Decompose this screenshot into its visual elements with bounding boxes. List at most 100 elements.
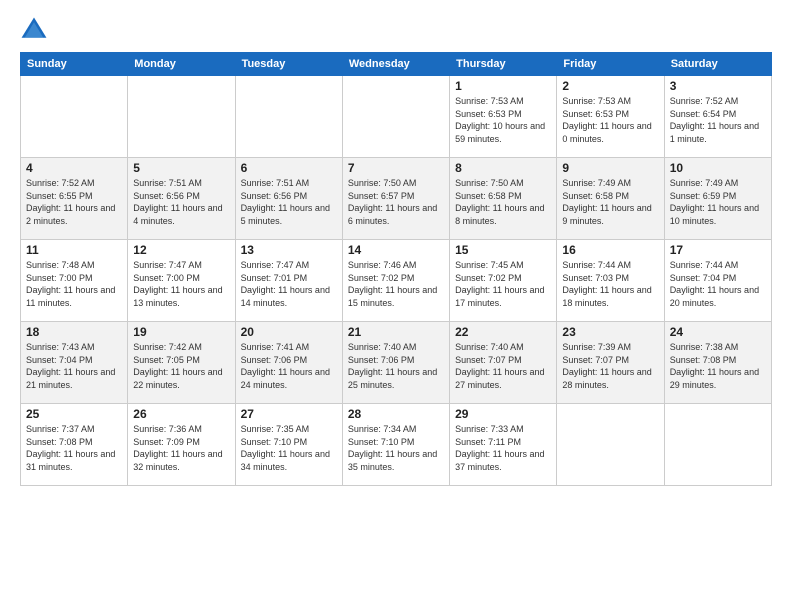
calendar-cell <box>21 76 128 158</box>
calendar-header-wednesday: Wednesday <box>342 53 449 76</box>
day-info: Sunrise: 7:33 AMSunset: 7:11 PMDaylight:… <box>455 423 551 473</box>
day-number: 5 <box>133 161 229 175</box>
calendar-cell: 28Sunrise: 7:34 AMSunset: 7:10 PMDayligh… <box>342 404 449 486</box>
calendar-cell: 20 Sunrise: 7:41 AMSunset: 7:06 PMDayligh… <box>235 322 342 404</box>
calendar-header-tuesday: Tuesday <box>235 53 342 76</box>
calendar-cell: 10Sunrise: 7:49 AMSunset: 6:59 PMDayligh… <box>664 158 771 240</box>
calendar-cell <box>128 76 235 158</box>
day-number: 11 <box>26 243 122 257</box>
calendar-cell: 25 Sunrise: 7:37 AMSunset: 7:08 PMDayligh… <box>21 404 128 486</box>
calendar-cell: 12 Sunrise: 7:47 AMSunset: 7:00 PMDayligh… <box>128 240 235 322</box>
calendar-week-row: 11Sunrise: 7:48 AMSunset: 7:00 PMDayligh… <box>21 240 772 322</box>
calendar-cell: 2 Sunrise: 7:53 AMSunset: 6:53 PMDaylight… <box>557 76 664 158</box>
day-number: 28 <box>348 407 444 421</box>
day-number: 15 <box>455 243 551 257</box>
calendar-cell <box>557 404 664 486</box>
calendar-header-row: SundayMondayTuesdayWednesdayThursdayFrid… <box>21 53 772 76</box>
calendar-cell: 8 Sunrise: 7:50 AMSunset: 6:58 PMDaylight… <box>450 158 557 240</box>
day-info: Sunrise: 7:47 AMSunset: 7:01 PMDaylight:… <box>241 259 337 309</box>
calendar-cell: 21 Sunrise: 7:40 AMSunset: 7:06 PMDayligh… <box>342 322 449 404</box>
day-info: Sunrise: 7:51 AMSunset: 6:56 PMDaylight:… <box>133 177 229 227</box>
day-info: Sunrise: 7:37 AMSunset: 7:08 PMDaylight:… <box>26 423 122 473</box>
calendar-header-saturday: Saturday <box>664 53 771 76</box>
header <box>20 16 772 44</box>
day-info: Sunrise: 7:53 AMSunset: 6:53 PMDaylight:… <box>562 95 658 145</box>
logo-icon <box>20 16 48 44</box>
day-info: Sunrise: 7:50 AMSunset: 6:57 PMDaylight:… <box>348 177 444 227</box>
logo <box>20 16 52 44</box>
day-number: 19 <box>133 325 229 339</box>
day-info: Sunrise: 7:52 AMSunset: 6:54 PMDaylight:… <box>670 95 766 145</box>
day-number: 29 <box>455 407 551 421</box>
calendar-cell <box>235 76 342 158</box>
calendar-cell: 17 Sunrise: 7:44 AMSunset: 7:04 PMDayligh… <box>664 240 771 322</box>
calendar-cell: 9Sunrise: 7:49 AMSunset: 6:58 PMDaylight… <box>557 158 664 240</box>
day-number: 22 <box>455 325 551 339</box>
calendar-cell: 16 Sunrise: 7:44 AMSunset: 7:03 PMDayligh… <box>557 240 664 322</box>
calendar-week-row: 1 Sunrise: 7:53 AMSunset: 6:53 PMDaylight… <box>21 76 772 158</box>
day-info: Sunrise: 7:53 AMSunset: 6:53 PMDaylight:… <box>455 95 551 145</box>
day-info: Sunrise: 7:35 AMSunset: 7:10 PMDaylight:… <box>241 423 337 473</box>
calendar-cell: 29 Sunrise: 7:33 AMSunset: 7:11 PMDayligh… <box>450 404 557 486</box>
day-number: 4 <box>26 161 122 175</box>
calendar-cell: 1 Sunrise: 7:53 AMSunset: 6:53 PMDaylight… <box>450 76 557 158</box>
calendar-cell: 3 Sunrise: 7:52 AMSunset: 6:54 PMDaylight… <box>664 76 771 158</box>
day-info: Sunrise: 7:52 AMSunset: 6:55 PMDaylight:… <box>26 177 122 227</box>
day-info: Sunrise: 7:45 AMSunset: 7:02 PMDaylight:… <box>455 259 551 309</box>
day-number: 1 <box>455 79 551 93</box>
day-info: Sunrise: 7:38 AMSunset: 7:08 PMDaylight:… <box>670 341 766 391</box>
day-number: 27 <box>241 407 337 421</box>
calendar-cell: 27 Sunrise: 7:35 AMSunset: 7:10 PMDayligh… <box>235 404 342 486</box>
calendar-header-sunday: Sunday <box>21 53 128 76</box>
calendar-cell: 26 Sunrise: 7:36 AMSunset: 7:09 PMDayligh… <box>128 404 235 486</box>
calendar-header-friday: Friday <box>557 53 664 76</box>
day-info: Sunrise: 7:47 AMSunset: 7:00 PMDaylight:… <box>133 259 229 309</box>
calendar-cell: 22 Sunrise: 7:40 AMSunset: 7:07 PMDayligh… <box>450 322 557 404</box>
day-info: Sunrise: 7:44 AMSunset: 7:03 PMDaylight:… <box>562 259 658 309</box>
day-info: Sunrise: 7:42 AMSunset: 7:05 PMDaylight:… <box>133 341 229 391</box>
day-number: 23 <box>562 325 658 339</box>
calendar-header-monday: Monday <box>128 53 235 76</box>
calendar-cell <box>664 404 771 486</box>
calendar-cell: 23 Sunrise: 7:39 AMSunset: 7:07 PMDayligh… <box>557 322 664 404</box>
day-info: Sunrise: 7:51 AMSunset: 6:56 PMDaylight:… <box>241 177 337 227</box>
day-number: 17 <box>670 243 766 257</box>
day-number: 25 <box>26 407 122 421</box>
day-number: 13 <box>241 243 337 257</box>
calendar-cell: 18 Sunrise: 7:43 AMSunset: 7:04 PMDayligh… <box>21 322 128 404</box>
day-number: 7 <box>348 161 444 175</box>
calendar-cell: 14 Sunrise: 7:46 AMSunset: 7:02 PMDayligh… <box>342 240 449 322</box>
calendar-cell: 7 Sunrise: 7:50 AMSunset: 6:57 PMDaylight… <box>342 158 449 240</box>
day-info: Sunrise: 7:41 AMSunset: 7:06 PMDaylight:… <box>241 341 337 391</box>
day-info: Sunrise: 7:40 AMSunset: 7:06 PMDaylight:… <box>348 341 444 391</box>
day-number: 8 <box>455 161 551 175</box>
calendar-cell <box>342 76 449 158</box>
day-number: 14 <box>348 243 444 257</box>
day-number: 6 <box>241 161 337 175</box>
calendar-week-row: 18 Sunrise: 7:43 AMSunset: 7:04 PMDayligh… <box>21 322 772 404</box>
day-number: 2 <box>562 79 658 93</box>
day-info: Sunrise: 7:39 AMSunset: 7:07 PMDaylight:… <box>562 341 658 391</box>
calendar-cell: 6 Sunrise: 7:51 AMSunset: 6:56 PMDaylight… <box>235 158 342 240</box>
day-number: 9 <box>562 161 658 175</box>
calendar-week-row: 4 Sunrise: 7:52 AMSunset: 6:55 PMDaylight… <box>21 158 772 240</box>
day-info: Sunrise: 7:43 AMSunset: 7:04 PMDaylight:… <box>26 341 122 391</box>
day-number: 16 <box>562 243 658 257</box>
calendar-header-thursday: Thursday <box>450 53 557 76</box>
day-info: Sunrise: 7:50 AMSunset: 6:58 PMDaylight:… <box>455 177 551 227</box>
calendar-cell: 11Sunrise: 7:48 AMSunset: 7:00 PMDayligh… <box>21 240 128 322</box>
day-info: Sunrise: 7:46 AMSunset: 7:02 PMDaylight:… <box>348 259 444 309</box>
day-number: 18 <box>26 325 122 339</box>
day-number: 20 <box>241 325 337 339</box>
day-info: Sunrise: 7:36 AMSunset: 7:09 PMDaylight:… <box>133 423 229 473</box>
day-number: 21 <box>348 325 444 339</box>
calendar-cell: 19 Sunrise: 7:42 AMSunset: 7:05 PMDayligh… <box>128 322 235 404</box>
day-info: Sunrise: 7:49 AMSunset: 6:59 PMDaylight:… <box>670 177 766 227</box>
day-info: Sunrise: 7:44 AMSunset: 7:04 PMDaylight:… <box>670 259 766 309</box>
day-number: 26 <box>133 407 229 421</box>
calendar: SundayMondayTuesdayWednesdayThursdayFrid… <box>20 52 772 486</box>
day-number: 3 <box>670 79 766 93</box>
day-number: 12 <box>133 243 229 257</box>
day-info: Sunrise: 7:40 AMSunset: 7:07 PMDaylight:… <box>455 341 551 391</box>
calendar-week-row: 25 Sunrise: 7:37 AMSunset: 7:08 PMDayligh… <box>21 404 772 486</box>
